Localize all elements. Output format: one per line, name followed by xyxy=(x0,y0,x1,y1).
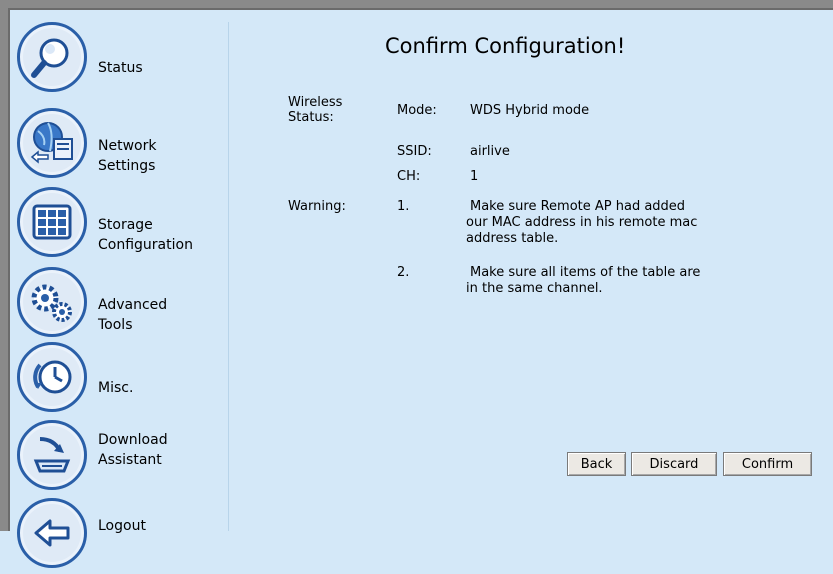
mode-label: Mode: xyxy=(397,103,437,118)
sidebar-item-label: Status xyxy=(98,60,143,76)
sidebar-item-network-settings[interactable]: Network Settings xyxy=(14,108,228,184)
sidebar-item-label: Logout xyxy=(98,518,146,534)
channel-value: 1 xyxy=(470,169,479,184)
clock-icon xyxy=(17,342,87,412)
warning-item-text-line1: Make sure Remote AP had added xyxy=(470,199,686,214)
wireless-status-label-line1: Wireless xyxy=(288,95,343,110)
storage-grid-icon xyxy=(17,187,87,257)
sidebar-item-label-line1: Advanced xyxy=(98,297,168,313)
sidebar-item-advanced-tools[interactable]: Advanced Tools xyxy=(14,267,228,343)
sidebar-item-download-assistant[interactable]: Download Assistant xyxy=(14,420,228,496)
ssid-value: airlive xyxy=(470,144,510,159)
window-frame-top xyxy=(0,0,833,8)
warning-item-text-line2: our MAC address in his remote mac xyxy=(466,215,698,230)
window-frame-top-inner xyxy=(8,8,833,10)
warning-item-text-line3: address table. xyxy=(466,231,559,246)
sidebar-item-label-line2: Configuration xyxy=(98,237,193,253)
warning-item-number: 1. xyxy=(397,199,410,214)
sidebar-item-storage-configuration[interactable]: Storage Configuration xyxy=(14,187,228,263)
download-tray-icon xyxy=(17,420,87,490)
warning-item-text-line1: Make sure all items of the table are xyxy=(470,265,701,280)
warning-item-number: 2. xyxy=(397,265,410,280)
window-frame-left-inner xyxy=(8,8,10,531)
page-title: Confirm Configuration! xyxy=(385,34,626,58)
sidebar-item-label-line2: Assistant xyxy=(98,452,162,468)
back-arrow-icon xyxy=(17,498,87,568)
ssid-label: SSID: xyxy=(397,144,432,159)
sidebar-item-label: Misc. xyxy=(98,380,134,396)
channel-label: CH: xyxy=(397,169,421,184)
confirm-button[interactable]: Confirm xyxy=(723,452,812,476)
sidebar: Status Network Settings Storage Configur… xyxy=(14,22,229,568)
back-button[interactable]: Back xyxy=(567,452,626,476)
window-frame-left xyxy=(0,0,8,531)
warning-item-text-line2: in the same channel. xyxy=(466,281,603,296)
sidebar-item-label-line1: Storage xyxy=(98,217,153,233)
sidebar-item-label-line1: Download xyxy=(98,432,168,448)
magnifier-icon xyxy=(17,22,87,92)
sidebar-item-logout[interactable]: Logout xyxy=(14,498,228,574)
mode-value: WDS Hybrid mode xyxy=(470,103,590,118)
sidebar-item-label-line2: Settings xyxy=(98,158,156,174)
sidebar-item-status[interactable]: Status xyxy=(14,22,228,98)
warning-label: Warning: xyxy=(288,199,346,214)
sidebar-item-label-line2: Tools xyxy=(98,317,133,333)
wireless-status-label-line2: Status: xyxy=(288,110,334,125)
network-globe-icon xyxy=(17,108,87,178)
discard-button[interactable]: Discard xyxy=(631,452,717,476)
gears-icon xyxy=(17,267,87,337)
sidebar-item-misc[interactable]: Misc. xyxy=(14,342,228,418)
sidebar-item-label-line1: Network xyxy=(98,138,157,154)
